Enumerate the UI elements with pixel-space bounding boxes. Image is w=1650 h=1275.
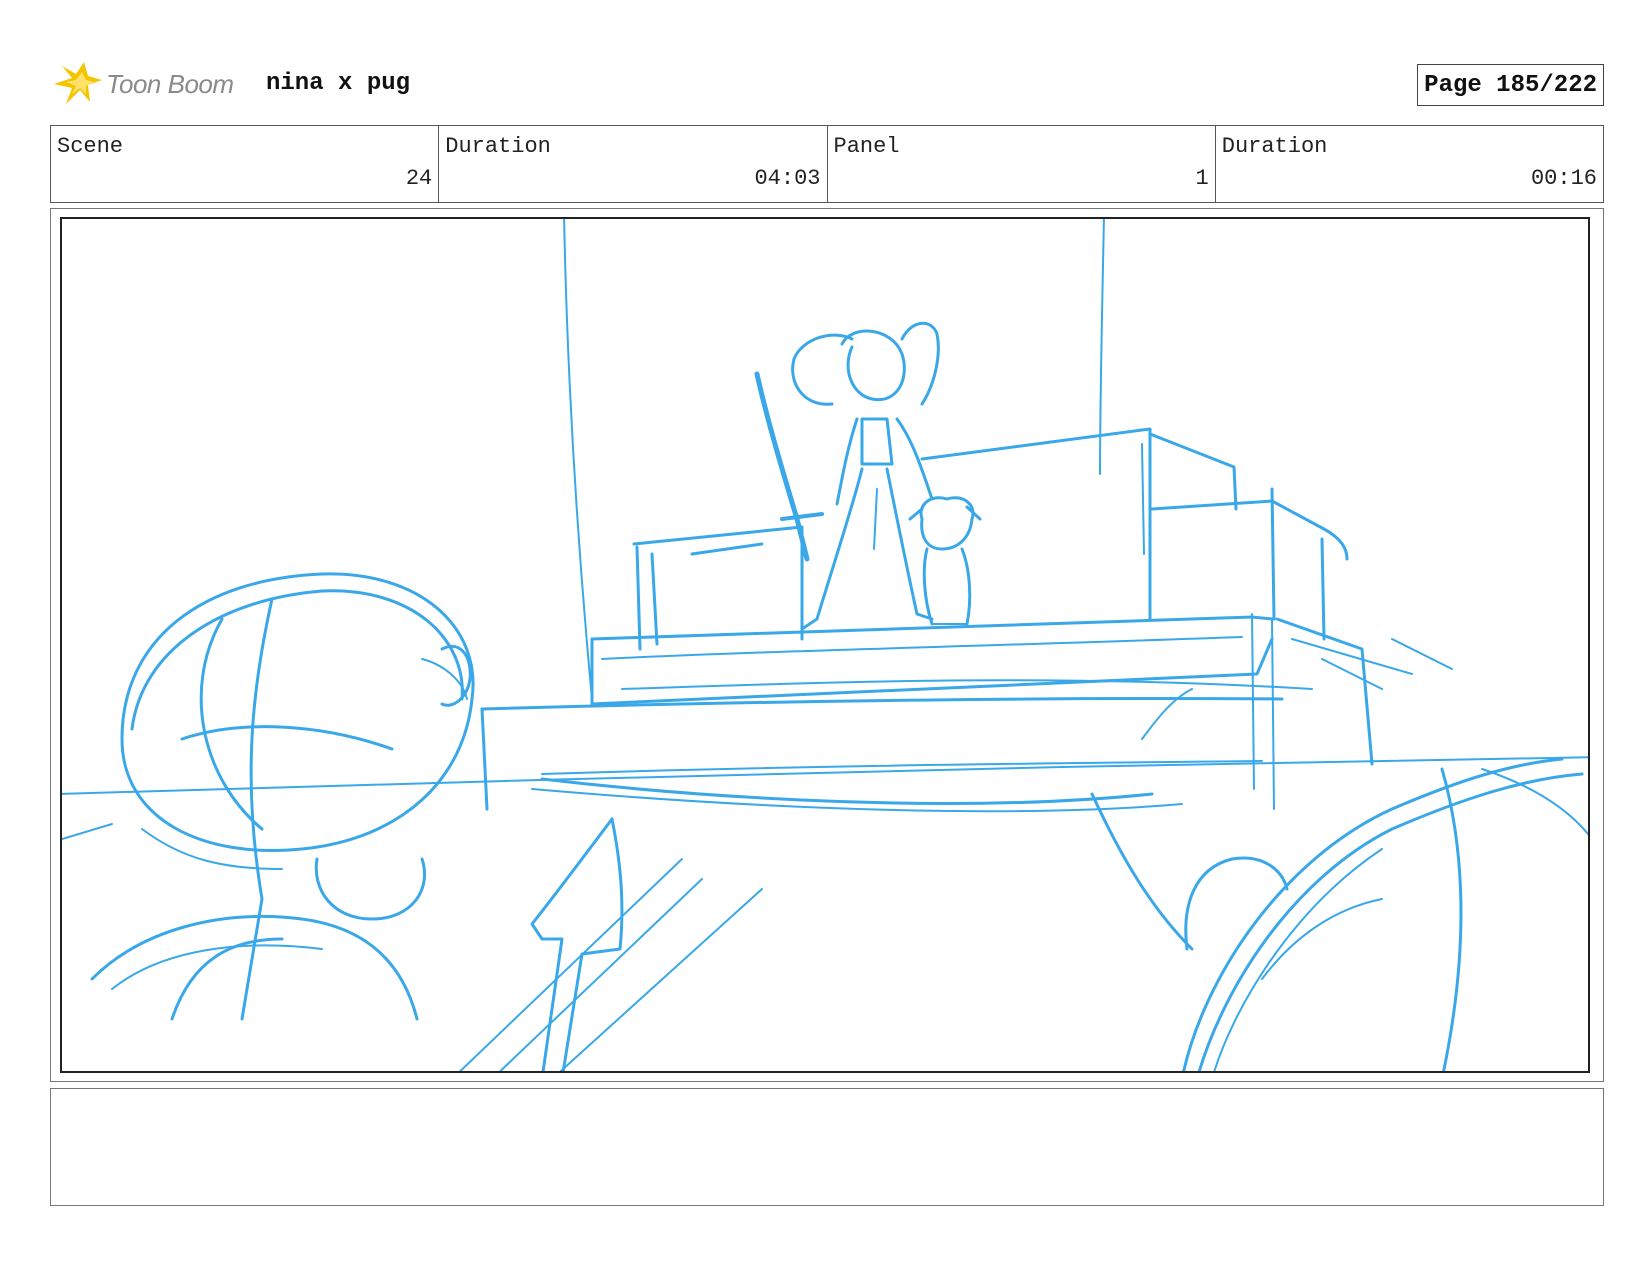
panel-duration-label: Duration [1221,134,1328,159]
panel-notes-box [50,1088,1604,1206]
storyboard-panel-image [60,217,1590,1073]
scene-cell: Scene 24 [51,126,438,202]
storyboard-sketch [62,219,1588,1071]
logo-wordmark: Toon Boom [106,68,234,99]
toon-boom-logo: Toon Boom [52,58,252,110]
panel-cell: Panel 1 [826,126,1215,202]
scene-duration-label: Duration [445,134,551,159]
scene-duration-value: 04:03 [754,166,821,191]
panel-label: Panel [833,134,900,159]
scene-value: 24 [405,166,433,191]
panel-duration-value: 00:16 [1530,166,1597,191]
panel-duration-cell: Duration 00:16 [1214,126,1603,202]
project-title: nina x pug [266,70,411,97]
scene-info-table: Scene 24 Duration 04:03 Panel 1 Duration… [50,125,1604,203]
panel-value: 1 [1195,166,1209,191]
storyboard-header: Toon Boom nina x pug Page 185/222 [50,58,1604,114]
page-number: Page 185/222 [1417,64,1604,106]
scene-label: Scene [57,134,124,159]
toon-boom-star-icon [54,62,102,104]
scene-duration-cell: Duration 04:03 [438,126,826,202]
